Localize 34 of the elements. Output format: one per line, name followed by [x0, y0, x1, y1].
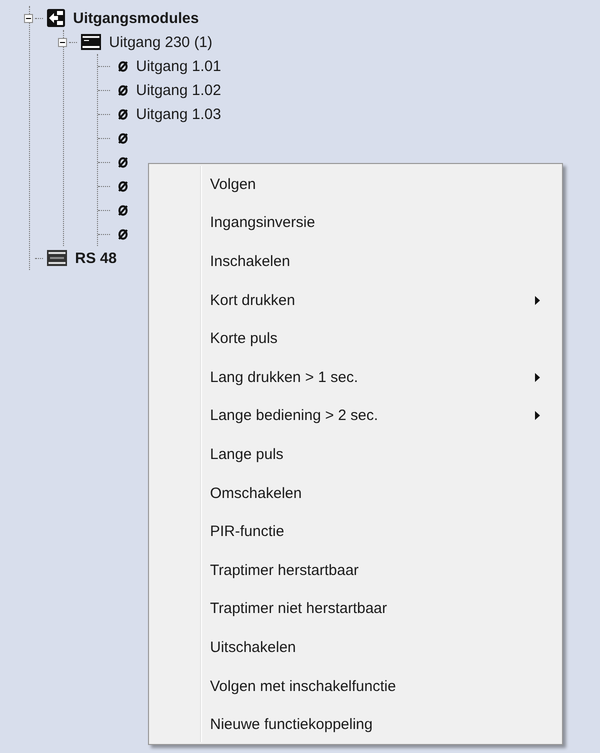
- blocked-icon: [118, 84, 128, 96]
- menu-item[interactable]: Kort drukken: [151, 280, 560, 320]
- blocked-icon: [118, 108, 128, 120]
- menu-item[interactable]: Inschakelen: [151, 242, 560, 281]
- menu-item[interactable]: Lang drukken > 1 sec.: [151, 358, 560, 397]
- blocked-icon: [118, 156, 128, 168]
- collapse-icon[interactable]: [58, 38, 67, 46]
- tree-item[interactable]: Uitgang 1.01: [136, 58, 222, 74]
- menu-item[interactable]: PIR-functie: [151, 512, 560, 551]
- menu-item[interactable]: Lange bediening > 2 sec.: [151, 396, 560, 436]
- blocked-icon: [118, 180, 128, 192]
- tree-item[interactable]: Uitgang 230 (1): [109, 34, 212, 50]
- menu-item[interactable]: Korte puls: [151, 319, 560, 358]
- menu-item[interactable]: Volgen: [151, 165, 560, 204]
- blocked-icon: [118, 132, 128, 144]
- menu-item[interactable]: Ingangsinversie: [151, 204, 560, 242]
- blocked-icon: [118, 228, 128, 240]
- collapse-icon[interactable]: [24, 14, 33, 22]
- menu-item[interactable]: Lange puls: [151, 435, 560, 474]
- tree-item[interactable]: Uitgang 1.03: [136, 106, 222, 122]
- menu-item[interactable]: Traptimer niet herstartbaar: [151, 590, 560, 628]
- menu-item[interactable]: Uitschakelen: [151, 628, 560, 667]
- device-icon: [47, 250, 67, 266]
- menu-item[interactable]: Traptimer herstartbaar: [151, 550, 560, 590]
- tree-item[interactable]: RS 48: [75, 250, 117, 266]
- menu-item[interactable]: Volgen met inschakelfunctie: [151, 666, 560, 706]
- tree-item[interactable]: Uitgangsmodules: [73, 10, 199, 26]
- blocked-icon: [118, 60, 128, 72]
- tree-item[interactable]: Uitgang 1.02: [136, 82, 222, 98]
- menu-item[interactable]: Omschakelen: [151, 474, 560, 512]
- device-icon: [81, 34, 101, 50]
- blocked-icon: [118, 204, 128, 216]
- menu-item[interactable]: Nieuwe functiekoppeling: [151, 705, 560, 744]
- module-icon: [47, 9, 65, 27]
